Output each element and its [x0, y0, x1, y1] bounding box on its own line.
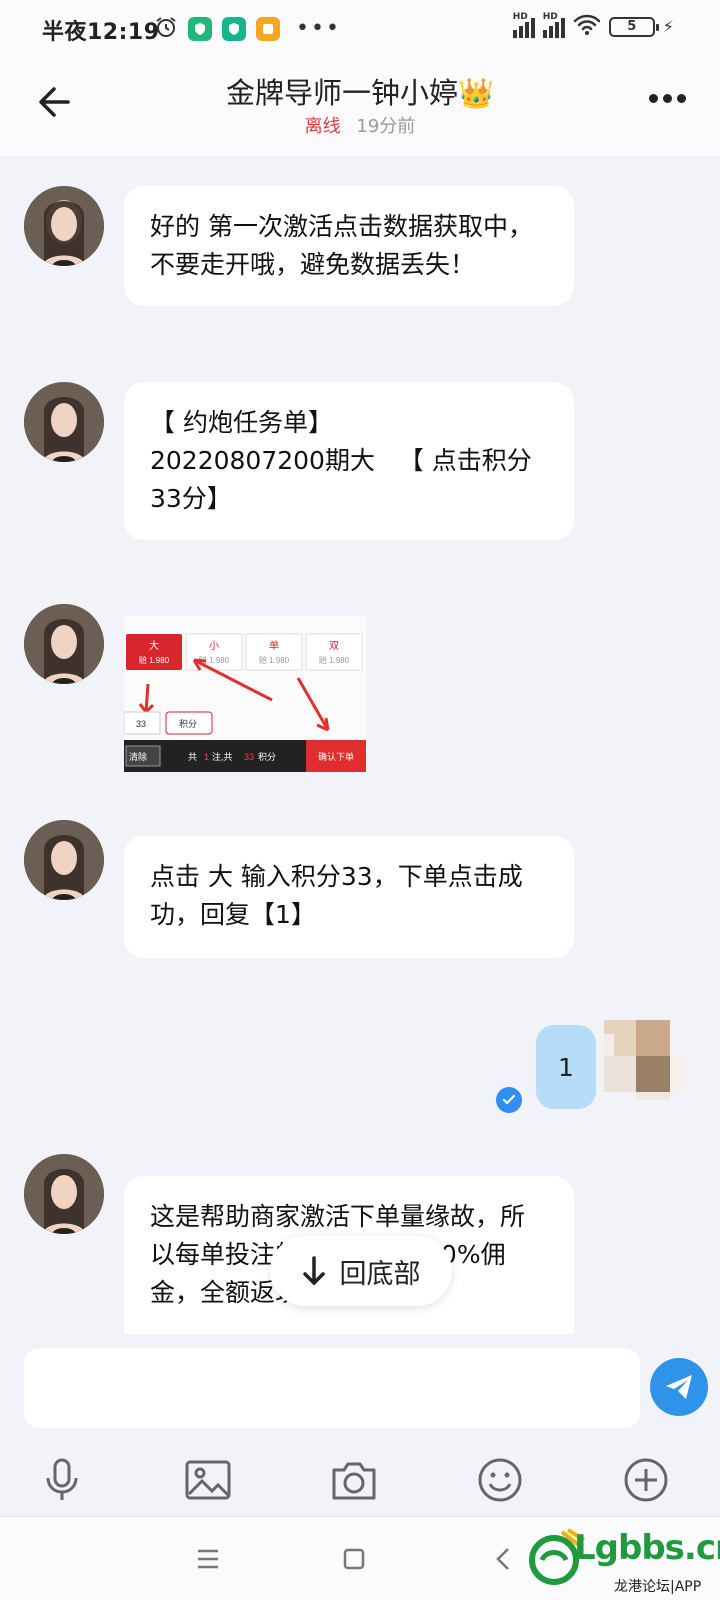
message-input[interactable] — [24, 1348, 640, 1428]
shield-app-icon — [188, 17, 212, 41]
contact-avatar[interactable] — [24, 820, 104, 900]
chat-header: 金牌导师一钟小婷👑 离线 19分前 — [0, 56, 720, 156]
site-watermark: Lgbbs.cn 龙港论坛|APP — [528, 1526, 720, 1600]
read-receipt-icon — [496, 1087, 522, 1113]
home-nav-button[interactable] — [338, 1543, 370, 1575]
charging-icon: ⚡ — [662, 17, 674, 36]
presence-status: 离线 — [304, 116, 341, 137]
status-time: 半夜12:19 — [42, 20, 160, 45]
amount-unit: 积分 — [179, 718, 197, 729]
alarm-icon — [154, 15, 178, 43]
emoji-button[interactable] — [476, 1456, 524, 1504]
back-chevron-icon — [496, 1548, 509, 1570]
plus-button[interactable] — [622, 1456, 670, 1504]
plus-icon — [624, 1458, 668, 1502]
status-bar: 半夜12:19 ••• HD HD 5 ⚡ — [0, 0, 720, 56]
contact-avatar[interactable] — [24, 1154, 104, 1234]
arrow-down-icon — [302, 1256, 325, 1286]
contact-avatar[interactable] — [24, 382, 104, 462]
battery-icon: 5 — [608, 16, 659, 37]
wifi-icon — [573, 14, 601, 39]
camera-button[interactable] — [330, 1456, 378, 1504]
presence-line: 离线 19分前 — [0, 112, 720, 138]
composer-toolbar — [0, 1446, 720, 1514]
mic-button[interactable] — [38, 1456, 86, 1504]
more-notifications-icon: ••• — [296, 16, 341, 41]
option-label: 单 — [269, 640, 279, 652]
signal-icon: HD — [512, 12, 535, 38]
back-nav-button[interactable] — [488, 1543, 520, 1575]
summary-count: 1 — [204, 752, 209, 762]
signal-icon-2: HD — [542, 12, 565, 38]
my-message-bubble[interactable]: 1 — [536, 1025, 596, 1109]
image-button[interactable] — [184, 1456, 232, 1504]
menu-nav-button[interactable] — [192, 1543, 224, 1575]
clear-label: 清除 — [129, 751, 147, 762]
option-label: 双 — [329, 640, 339, 652]
option-odds: 赔 1.980 — [259, 655, 290, 665]
send-button[interactable] — [650, 1358, 708, 1416]
option-odds: 赔 1.980 — [139, 655, 170, 665]
watermark-sub: 龙港论坛|APP — [614, 1579, 702, 1595]
notes-app-icon — [256, 17, 280, 41]
summary-mid: 注,共 — [212, 751, 233, 762]
notification-icons: ••• — [154, 15, 341, 43]
message-bubble[interactable]: 【 约炮任务单】 20220807200期大 【 点击积分33分】 — [124, 382, 574, 540]
summary-suffix: 积分 — [258, 751, 276, 762]
contact-avatar[interactable] — [24, 186, 104, 266]
message-bubble[interactable]: 好的 第一次激活点击数据获取中，不要走开哦，避免数据丢失！ — [124, 186, 574, 306]
shield-app-icon-2 — [222, 17, 246, 41]
option-label: 大 — [149, 639, 159, 652]
scroll-to-bottom-button[interactable]: 回底部 — [270, 1236, 452, 1306]
composer — [0, 1334, 720, 1514]
confirm-label: 确认下单 — [318, 751, 354, 762]
option-label: 小 — [209, 640, 219, 652]
contact-avatar[interactable] — [24, 604, 104, 684]
more-options-button[interactable] — [649, 94, 686, 103]
my-avatar[interactable] — [604, 1020, 684, 1100]
watermark-brand: Lgbbs.cn — [574, 1528, 720, 1568]
system-icons: HD HD 5 ⚡ — [512, 12, 674, 39]
emoji-icon — [478, 1458, 522, 1502]
paper-plane-icon — [666, 1375, 692, 1399]
amount-value: 33 — [136, 719, 146, 729]
mic-icon — [46, 1458, 78, 1500]
message-bubble[interactable]: 点击 大 输入积分33，下单点击成功，回复【1】 — [124, 836, 574, 958]
scroll-to-bottom-label: 回底部 — [339, 1258, 421, 1290]
menu-icon — [198, 1549, 218, 1569]
home-square-icon — [343, 1548, 365, 1570]
summary-prefix: 共 — [188, 752, 197, 762]
summary-points: 33 — [244, 752, 254, 762]
image-message[interactable]: 大 赔 1.980 小 赔 1.980 单 赔 1.980 双 赔 1.980 … — [124, 616, 366, 772]
camera-icon — [332, 1462, 376, 1500]
chat-title: 金牌导师一钟小婷👑 — [225, 76, 495, 110]
last-seen: 19分前 — [356, 116, 416, 137]
betting-screenshot-image: 大 赔 1.980 小 赔 1.980 单 赔 1.980 双 赔 1.980 … — [124, 616, 366, 772]
option-odds: 赔 1.980 — [319, 655, 350, 665]
image-icon — [185, 1460, 231, 1500]
